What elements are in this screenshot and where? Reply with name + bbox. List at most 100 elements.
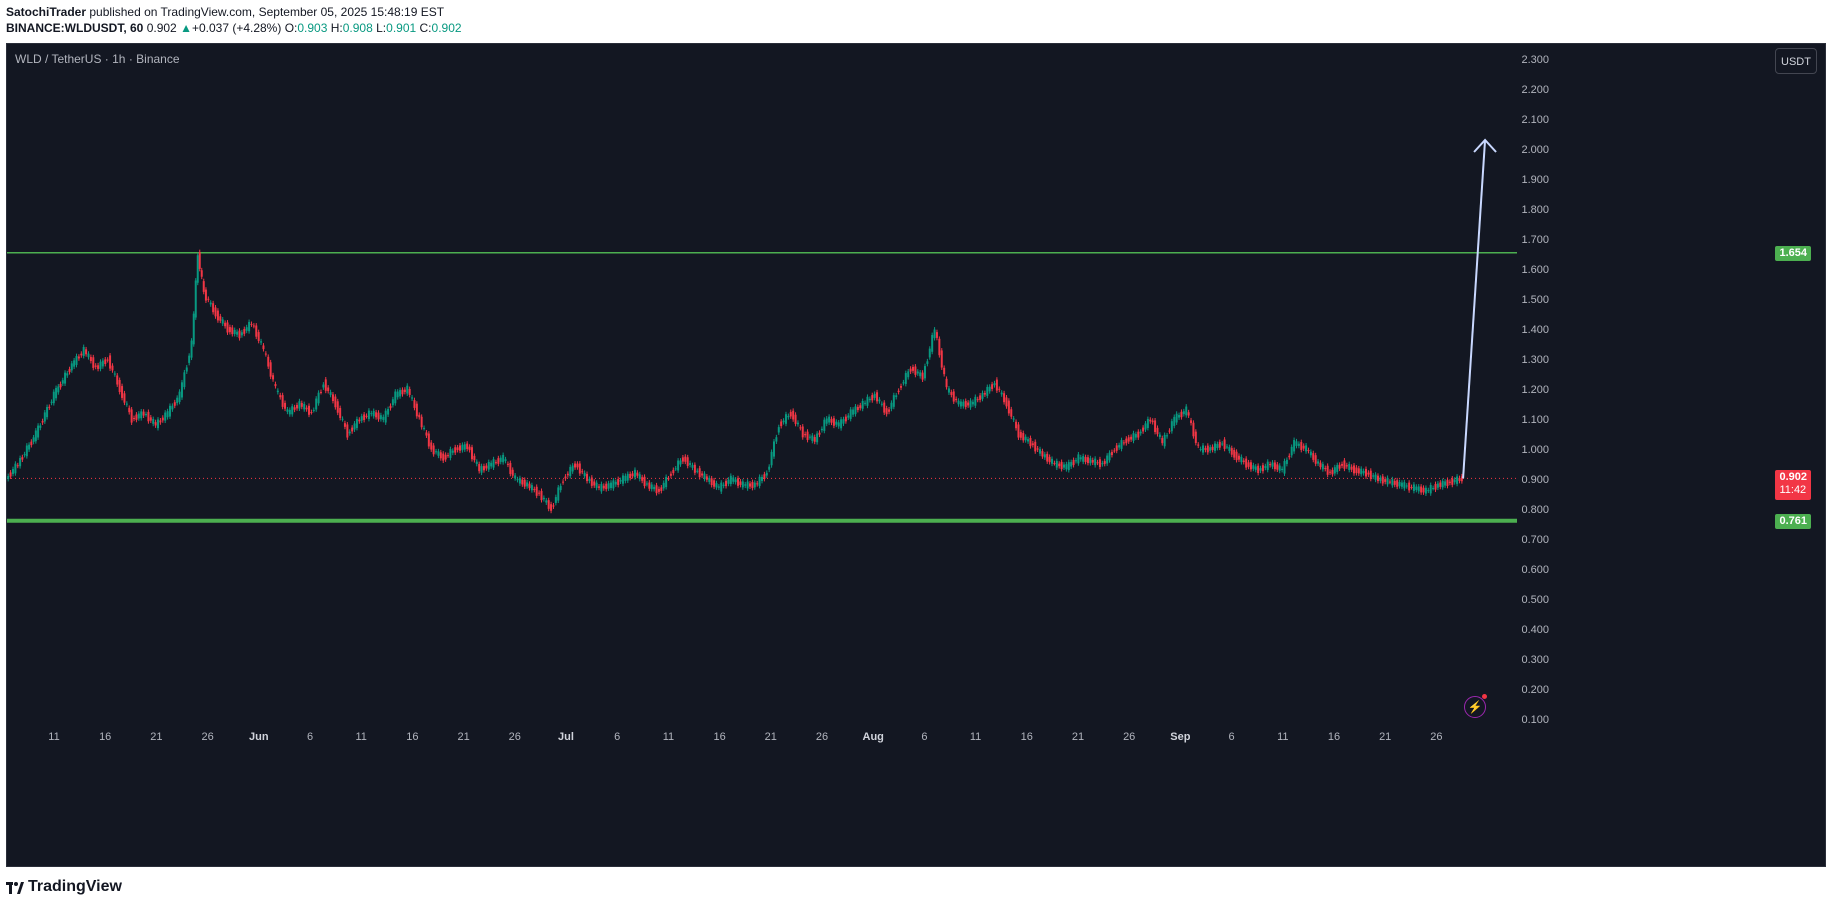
candle-body [535,486,538,496]
candle-body [825,418,828,424]
candle-body [447,455,450,457]
x-tick-label: 26 [509,731,521,743]
candle-body [593,481,596,486]
candle-body [1029,438,1032,447]
candle-body [7,476,10,479]
candle-body [248,321,251,332]
candle-body [209,302,212,305]
author-name[interactable]: SatochiTrader [6,5,86,19]
candle-body [113,373,116,375]
candle-body [645,483,648,485]
candle-body [427,433,430,447]
candle-body [204,289,207,301]
candle-body [734,479,737,483]
candle-body [152,419,155,424]
candle-body [1444,481,1447,486]
candle-body [629,473,632,479]
candle-body [85,349,88,355]
candle-body [413,400,416,408]
candle-body [763,474,766,479]
candle-body [262,345,265,350]
candle-body [363,414,366,420]
chart-pane[interactable]: 2.300 2.200 2.100 2.000 1.900 1.800 1.700 1.600… [6,43,1826,867]
candle-body [624,475,627,481]
candle-body [854,406,857,415]
candle-body [900,386,903,388]
candle-body [406,385,409,394]
candle-body [1384,479,1387,482]
candle-body [1182,411,1185,415]
candle-body [571,465,574,472]
candle-body [336,401,339,413]
candle-body [885,408,888,415]
candle-body [66,373,69,376]
candle-body [1175,413,1178,423]
candle-body [1405,485,1408,487]
candle-body [921,372,924,380]
x-tick-label: 6 [307,731,313,743]
candle-body [993,383,996,386]
candle-body [202,281,205,292]
candle-body [1388,481,1391,483]
x-tick-label: Jun [249,731,269,743]
y-tick-label: 0.300 [1521,654,1549,666]
candle-body [919,372,922,377]
candle-body [451,450,454,453]
candle-body [99,361,102,369]
candle-body [1321,464,1324,470]
candle-body [188,355,191,363]
candle-body [212,303,215,313]
x-tick-label: 26 [816,731,828,743]
candle-body [1297,443,1300,446]
publish-header: SatochiTrader published on TradingView.c… [6,4,462,36]
y-tick-label: 0.100 [1521,714,1549,726]
candle-body [621,475,624,484]
candle-body [196,255,199,283]
candle-body [516,479,519,481]
candle-body [1434,483,1437,490]
candle-body [895,395,898,398]
candle-body [717,486,720,488]
candle-body [935,332,938,338]
candle-body [264,353,267,355]
candle-body [1386,477,1389,485]
candle-body [971,401,974,405]
candle-body [1257,465,1260,474]
candle-body [667,478,670,480]
candle-body [722,484,725,486]
candle-body [598,486,601,488]
x-tick-label: 21 [765,731,777,743]
ohlc-row: BINANCE:WLDUSDT, 60 0.902 ▲+0.037 (+4.28… [6,20,462,36]
candle-body [1058,463,1061,467]
candle-body [897,390,900,393]
candle-body [1053,463,1056,465]
price-chart[interactable]: 2.300 2.200 2.100 2.000 1.900 1.800 1.700 1.600… [7,44,1825,866]
candle-body [147,411,150,422]
candle-body [463,444,466,450]
candle-body [559,485,562,491]
candle-body [142,411,145,416]
candle-body [329,392,332,395]
candle-body [399,390,402,397]
candle-body [310,412,313,414]
candle-body [75,356,78,365]
candle-body [943,367,946,375]
candle-body [1276,464,1279,470]
candle-body [892,395,895,407]
candle-body [319,391,322,393]
flash-icon[interactable]: ⚡ [1464,696,1486,718]
candle-body [34,430,37,442]
candle-body [986,386,989,396]
candle-body [626,473,629,481]
tradingview-brand[interactable]: TradingView [28,878,122,896]
candle-body [772,441,775,457]
candle-body [94,365,97,367]
candle-body [1436,483,1439,488]
candle-body [87,353,90,358]
candle-body [792,410,795,420]
candle-body [1273,462,1276,470]
currency-button[interactable]: USDT [1775,48,1817,74]
candle-body [564,476,567,479]
candle-body [1103,461,1106,464]
candle-body [308,405,310,415]
